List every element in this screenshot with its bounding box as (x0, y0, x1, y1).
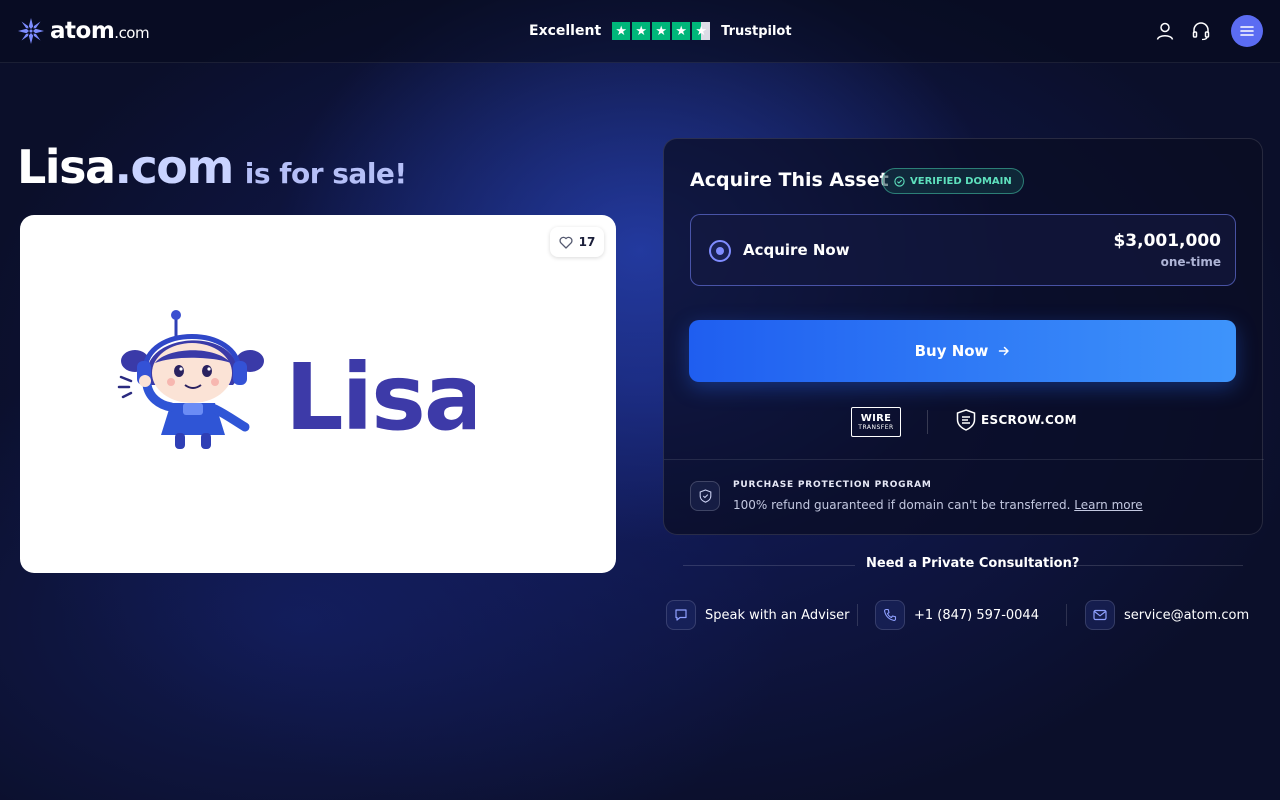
consult-line-right (1071, 565, 1243, 566)
lisa-wordmark: Lisa (285, 344, 475, 451)
account-button[interactable] (1154, 20, 1176, 42)
verified-domain-badge: VERIFIED DOMAIN (882, 168, 1024, 194)
contact-adviser[interactable]: Speak with an Adviser (666, 600, 850, 630)
arrow-right-icon (999, 346, 1010, 356)
heart-icon (559, 236, 573, 249)
shield-check-icon (699, 489, 711, 503)
contact-icon-box (666, 600, 696, 630)
escrow-logo: ESCROW.COM (956, 409, 1077, 431)
headset-icon (1192, 22, 1210, 41)
contact-divider (1066, 604, 1067, 626)
mail-icon (1093, 609, 1107, 621)
protection-description: 100% refund guaranteed if domain can't b… (733, 498, 1071, 512)
transfer-label: TRANSFER (858, 423, 894, 431)
logo-wordmark: atom.com (50, 18, 150, 44)
for-sale-text: is for sale! (244, 157, 407, 190)
user-icon (1156, 22, 1174, 40)
domain-logo-card: 17 Lisa (20, 215, 616, 573)
contact-icon-box (1085, 600, 1115, 630)
menu-button[interactable] (1231, 15, 1263, 47)
protection-text: 100% refund guaranteed if domain can't b… (733, 498, 1143, 512)
protection-title: PURCHASE PROTECTION PROGRAM (733, 480, 932, 490)
lisa-mascot-logo: Lisa (117, 310, 475, 451)
contact-icon-box (875, 600, 905, 630)
option-label: Acquire Now (743, 241, 850, 259)
contact-label: service@atom.com (1124, 607, 1250, 623)
contact-email[interactable]: service@atom.com (1085, 600, 1249, 630)
acquire-now-option[interactable]: Acquire Now $3,001,000 one-time (690, 214, 1236, 286)
contact-divider (857, 604, 858, 626)
atom-logo-icon (18, 18, 44, 44)
card-divider (664, 459, 1264, 460)
half-star-icon: ★ (692, 22, 711, 40)
support-button[interactable] (1190, 20, 1212, 42)
escrow-label: ESCROW.COM (981, 413, 1077, 427)
purchase-card: Acquire This Asset VERIFIED DOMAIN Acqui… (663, 138, 1264, 535)
page-title: Lisa .com is for sale! (17, 140, 407, 194)
consultation-header: Need a Private Consultation? (663, 555, 1263, 575)
check-circle-icon (894, 175, 905, 187)
verified-badge-label: VERIFIED DOMAIN (910, 175, 1012, 187)
like-button[interactable]: 17 (550, 227, 604, 257)
buy-now-button[interactable]: Buy Now (689, 320, 1236, 382)
contact-label: Speak with an Adviser (705, 607, 850, 623)
atom-logo[interactable]: atom.com (17, 17, 150, 45)
trust-rating-label: Excellent (529, 23, 602, 39)
consult-line-left (683, 565, 855, 566)
buy-now-label: Buy Now (914, 342, 989, 360)
payment-divider (927, 410, 928, 434)
star-icon: ★ (612, 22, 631, 40)
option-price: $3,001,000 (1113, 231, 1221, 251)
wire-transfer-logo: WIRE TRANSFER (851, 407, 901, 437)
option-term: one-time (1160, 255, 1221, 269)
trustpilot-rating[interactable]: Excellent ★ ★ ★ ★ ★ Trustpilot (529, 21, 792, 41)
escrow-shield-icon (956, 409, 976, 431)
star-icon: ★ (672, 22, 691, 40)
radio-selected-dot (716, 247, 724, 255)
card-title: Acquire This Asset (690, 169, 889, 191)
wire-label: WIRE (860, 412, 892, 424)
protection-badge (690, 481, 720, 511)
contact-label: +1 (847) 597-0044 (914, 607, 1039, 623)
consultation-title: Need a Private Consultation? (866, 556, 1080, 571)
domain-tld: .com (114, 140, 235, 194)
chat-icon (675, 609, 687, 621)
trustpilot-brand: Trustpilot (721, 23, 792, 39)
trust-stars: ★ ★ ★ ★ ★ (612, 22, 711, 40)
star-icon: ★ (652, 22, 671, 40)
payment-methods: WIRE TRANSFER ESCROW.COM (664, 407, 1264, 437)
like-count: 17 (578, 235, 596, 249)
top-navigation: atom.com Excellent ★ ★ ★ ★ ★ Trustpilot (0, 0, 1280, 63)
contact-phone[interactable]: +1 (847) 597-0044 (875, 600, 1039, 630)
learn-more-link[interactable]: Learn more (1074, 498, 1142, 512)
domain-name: Lisa (17, 140, 116, 194)
phone-icon (884, 608, 897, 621)
menu-icon (1240, 26, 1254, 36)
star-icon: ★ (632, 22, 651, 40)
option-radio[interactable] (709, 240, 731, 262)
